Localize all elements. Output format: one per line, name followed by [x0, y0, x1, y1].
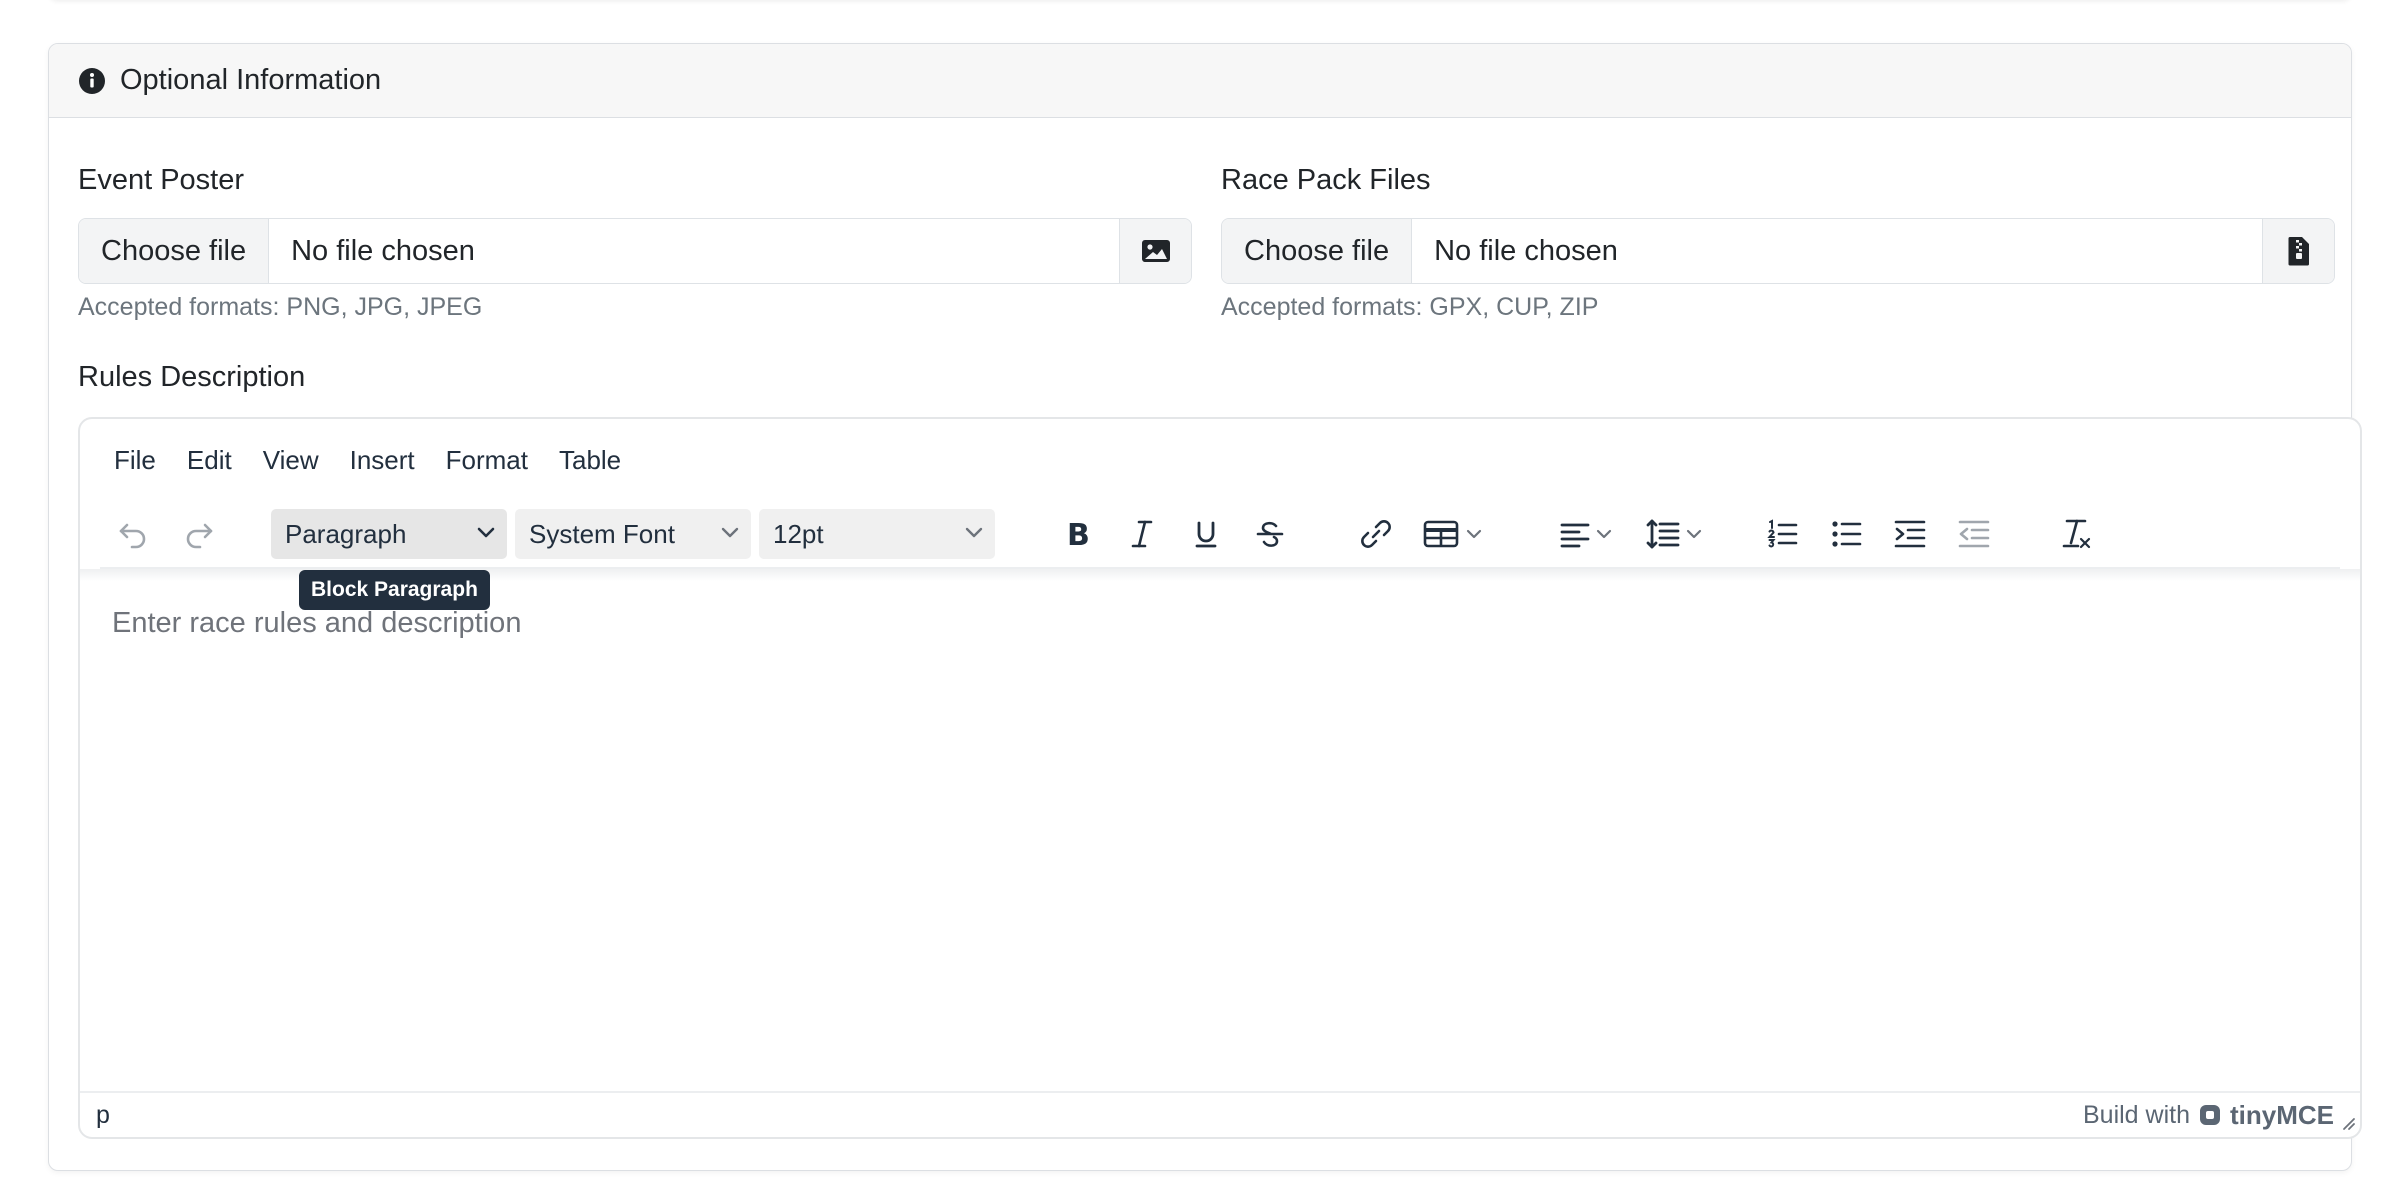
event-poster-file-status: No file chosen: [291, 234, 475, 267]
event-poster-choose-file-button[interactable]: Choose file: [79, 219, 270, 283]
undo-icon: [119, 523, 146, 549]
rules-description-label: Rules Description: [78, 361, 306, 393]
tinymce-logo-icon: [2200, 1105, 2220, 1125]
font-size-value: 12pt: [773, 518, 824, 549]
editor-statusbar: p Build with tinyMCE: [80, 1091, 2360, 1137]
card-header: Optional Information: [49, 44, 2351, 118]
link-icon: [1361, 520, 1391, 548]
race-pack-help: Accepted formats: GPX, CUP, ZIP: [1221, 293, 1599, 321]
underline-button[interactable]: [1184, 509, 1228, 559]
underline-icon: [1195, 521, 1217, 548]
editor-menubar: File Edit View Insert Format Table: [114, 445, 652, 476]
image-icon: [1141, 240, 1170, 262]
italic-icon: [1131, 520, 1153, 548]
menu-file[interactable]: File: [114, 445, 156, 476]
bold-button[interactable]: B: [1056, 509, 1100, 559]
numbered-list-button[interactable]: [1760, 509, 1804, 559]
font-family-select[interactable]: System Font: [515, 509, 751, 559]
bullet-list-button[interactable]: [1824, 509, 1868, 559]
section-title: Optional Information: [120, 64, 382, 96]
chevron-down-icon: [1466, 529, 1482, 539]
align-button[interactable]: [1550, 509, 1622, 559]
outdent-icon: [1958, 520, 1990, 548]
chevron-down-icon: [477, 527, 495, 538]
event-poster-help: Accepted formats: PNG, JPG, JPEG: [78, 293, 483, 321]
table-icon: [1423, 520, 1459, 548]
clear-formatting-button[interactable]: [2054, 509, 2098, 559]
outdent-button[interactable]: [1952, 509, 1996, 559]
race-pack-addon: [2262, 219, 2334, 283]
info-circle-icon: [79, 67, 105, 94]
chevron-down-icon: [1686, 529, 1702, 539]
branding-name: tinyMCE: [2230, 1099, 2334, 1130]
bullet-list-icon: [1832, 521, 1862, 547]
undo-button[interactable]: [114, 509, 154, 559]
menu-table[interactable]: Table: [559, 445, 621, 476]
strikethrough-icon: [1256, 521, 1284, 547]
editor-toolbar: Paragraph System Font 12pt B: [100, 509, 2340, 567]
redo-button[interactable]: [178, 509, 218, 559]
chevron-down-icon: [965, 527, 983, 538]
editor-content-placeholder[interactable]: Enter race rules and description: [112, 607, 521, 640]
branding-prefix: Build with: [2083, 1100, 2190, 1129]
tinymce-branding[interactable]: Build with tinyMCE: [2083, 1100, 2334, 1131]
line-height-icon: [1646, 519, 1680, 549]
block-paragraph-tooltip: Block Paragraph: [299, 570, 490, 610]
file-zip-icon: [2288, 237, 2309, 266]
insert-table-button[interactable]: [1416, 509, 1490, 559]
clear-formatting-icon: [2062, 519, 2091, 549]
race-pack-file-status: No file chosen: [1434, 234, 1618, 267]
menu-format[interactable]: Format: [446, 445, 528, 476]
race-pack-label: Race Pack Files: [1221, 164, 1431, 196]
font-family-value: System Font: [529, 518, 675, 549]
menu-insert[interactable]: Insert: [350, 445, 415, 476]
chevron-down-icon: [1596, 529, 1612, 539]
event-poster-file-input[interactable]: Choose file No file chosen: [78, 218, 1192, 284]
font-size-select[interactable]: 12pt: [759, 509, 995, 559]
rich-text-editor: File Edit View Insert Format Table Parag…: [78, 417, 2362, 1139]
menu-edit[interactable]: Edit: [187, 445, 232, 476]
numbered-list-icon: [1767, 519, 1798, 548]
resize-handle-icon[interactable]: [2338, 1113, 2356, 1131]
event-poster-label: Event Poster: [78, 164, 245, 196]
align-left-icon: [1560, 523, 1590, 548]
block-format-value: Paragraph: [285, 518, 407, 549]
indent-button[interactable]: [1888, 509, 1932, 559]
insert-link-button[interactable]: [1354, 509, 1398, 559]
bold-icon: B: [1067, 518, 1090, 551]
svg-text:B: B: [1067, 518, 1090, 551]
menu-view[interactable]: View: [263, 445, 319, 476]
line-height-button[interactable]: [1638, 509, 1710, 559]
redo-icon: [186, 523, 213, 549]
event-poster-addon: [1119, 219, 1191, 283]
indent-icon: [1894, 520, 1926, 548]
chevron-down-icon: [721, 527, 739, 538]
element-path[interactable]: p: [96, 1101, 110, 1130]
block-format-select[interactable]: Paragraph: [271, 509, 507, 559]
italic-button[interactable]: [1120, 509, 1164, 559]
race-pack-choose-file-button[interactable]: Choose file: [1222, 219, 1413, 283]
race-pack-file-input[interactable]: Choose file No file chosen: [1221, 218, 2335, 284]
strikethrough-button[interactable]: [1248, 509, 1292, 559]
